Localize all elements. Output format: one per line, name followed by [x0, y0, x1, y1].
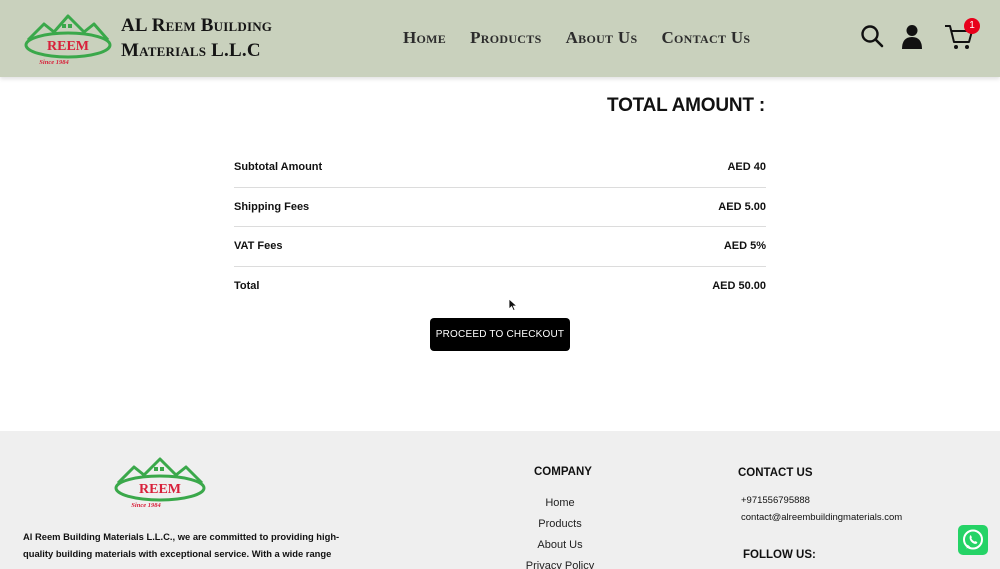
header-actions: 1 — [860, 18, 980, 56]
totals-row-shipping: Shipping Fees AED 5.00 — [234, 188, 766, 227]
nav-contact-us[interactable]: Contact Us — [661, 28, 750, 48]
total-amount-heading: TOTAL AMOUNT : — [607, 95, 765, 116]
main-nav: Home Products About Us Contact Us — [403, 28, 774, 48]
totals-table: Subtotal Amount AED 40 Shipping Fees AED… — [234, 148, 766, 306]
row-value: AED 5% — [723, 240, 766, 253]
totals-row-total: Total AED 50.00 — [234, 267, 766, 307]
row-value: AED 5.00 — [718, 200, 766, 213]
cart-count-badge: 1 — [964, 18, 980, 34]
brand-line-1: AL Reem Building — [121, 15, 273, 36]
proceed-to-checkout-button[interactable]: PROCEED TO CHECKOUT — [430, 318, 570, 351]
footer-contact-heading: CONTACT US — [738, 467, 813, 479]
logo-text: REEM — [47, 39, 89, 54]
site-footer: REEM Since 1984 Al Reem Building Materia… — [0, 431, 1000, 569]
footer-link-privacy-policy[interactable]: Privacy Policy — [510, 556, 610, 569]
brand-line-2: Materials L.L.C — [121, 40, 261, 61]
totals-row-vat: VAT Fees AED 5% — [234, 227, 766, 267]
site-header: REEM Since 1984 AL Reem Building Materia… — [0, 0, 1000, 77]
about-line-1: Al Reem Building Materials L.L.C., we ar… — [23, 531, 340, 542]
footer-company-links: Home Products About Us Privacy Policy — [510, 493, 610, 569]
row-label: VAT Fees — [234, 240, 283, 253]
row-label: Subtotal Amount — [234, 161, 323, 174]
whatsapp-button[interactable] — [958, 525, 988, 555]
footer-logo-text: REEM — [139, 482, 181, 497]
reem-logo[interactable]: REEM Since 1984 — [24, 10, 112, 66]
nav-products[interactable]: Products — [470, 28, 541, 48]
footer-logo-since: Since 1984 — [131, 502, 161, 509]
footer-link-home[interactable]: Home — [510, 493, 610, 514]
whatsapp-icon — [963, 529, 983, 550]
totals-row-subtotal: Subtotal Amount AED 40 — [234, 148, 766, 188]
footer-link-products[interactable]: Products — [510, 514, 610, 535]
nav-home[interactable]: Home — [403, 28, 446, 48]
brand-name[interactable]: AL Reem Building Materials L.L.C — [121, 13, 272, 63]
footer-phone[interactable]: +971556795888 — [741, 495, 810, 506]
footer-company-heading: COMPANY — [534, 466, 592, 478]
row-label: Shipping Fees — [234, 200, 310, 213]
footer-reem-logo[interactable]: REEM Since 1984 — [112, 453, 208, 509]
footer-follow-heading: FOLLOW US: — [743, 549, 816, 561]
row-value: AED 40 — [727, 161, 766, 174]
mouse-cursor-icon — [508, 298, 518, 312]
footer-email[interactable]: contact@alreembuildingmaterials.com — [741, 512, 902, 523]
cart-button[interactable]: 1 — [944, 18, 980, 52]
search-icon[interactable] — [860, 24, 884, 48]
row-value: AED 50.00 — [712, 280, 766, 293]
user-icon[interactable] — [901, 24, 923, 50]
footer-about-text: Al Reem Building Materials L.L.C., we ar… — [23, 528, 353, 562]
logo-since: Since 1984 — [39, 59, 69, 66]
nav-about-us[interactable]: About Us — [566, 28, 638, 48]
about-line-2: quality building materials with exceptio… — [23, 548, 332, 559]
row-label: Total — [234, 280, 260, 293]
footer-link-about-us[interactable]: About Us — [510, 535, 610, 556]
